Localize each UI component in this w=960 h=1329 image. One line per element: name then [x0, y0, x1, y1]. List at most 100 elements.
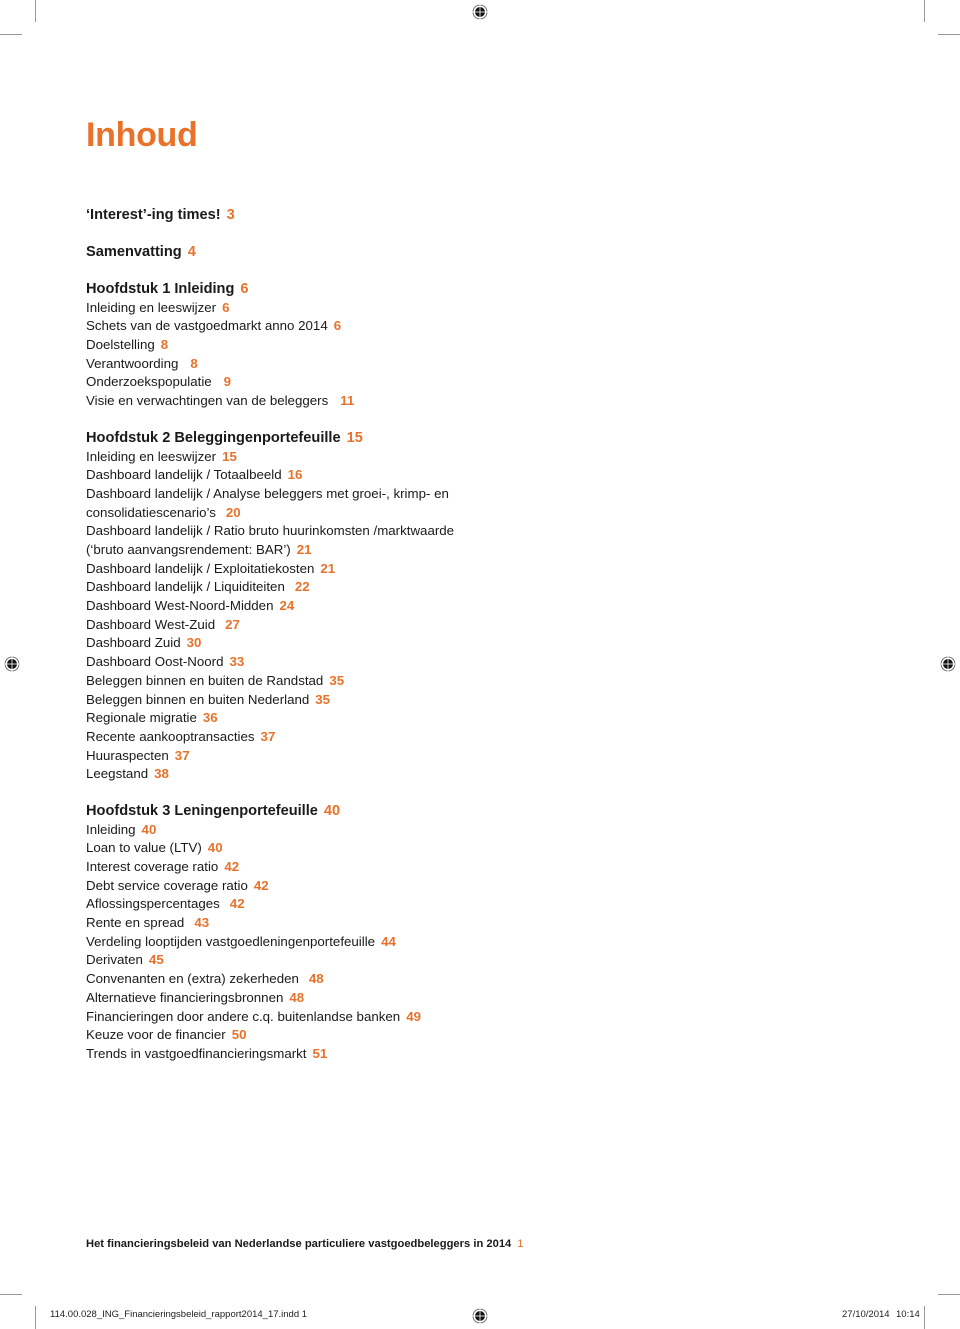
toc-entry-label: Dashboard landelijk / Liquiditeiten [86, 579, 285, 595]
toc-entry-label: Inleiding [86, 821, 136, 837]
toc-entry[interactable]: Dashboard landelijk / Liquiditeiten 22 [86, 578, 786, 597]
toc-entry[interactable]: Doelstelling 8 [86, 336, 786, 355]
toc-entry[interactable]: Rente en spread 43 [86, 914, 786, 933]
crop-mark-top-right-v [924, 0, 925, 22]
toc-entry-label: Derivaten [86, 952, 143, 968]
toc-entry[interactable]: Dashboard Zuid 30 [86, 634, 786, 653]
toc-entry-label: Schets van de vastgoedmarkt anno 2014 [86, 318, 328, 334]
toc-entry[interactable]: Trends in vastgoedfinancieringsmarkt 51 [86, 1045, 786, 1064]
toc-entry[interactable]: Derivaten 45 [86, 951, 786, 970]
slug-time: 10:14 [896, 1309, 920, 1320]
toc-entry-samenvatting[interactable]: Samenvatting 4 [86, 243, 786, 262]
toc-chapter-2-heading[interactable]: Hoofdstuk 2 Beleggingenportefeuille 15 [86, 429, 786, 448]
toc-entry-label: Regionale migratie [86, 710, 197, 726]
toc-entry-label: Keuze voor de financier [86, 1027, 226, 1043]
toc-entry[interactable]: Schets van de vastgoedmarkt anno 2014 6 [86, 317, 786, 336]
toc-page-number: 49 [406, 1008, 421, 1024]
toc-entry-label: Dashboard Zuid [86, 635, 181, 651]
toc-entry-label: Recente aankooptransacties [86, 728, 255, 744]
toc-entry[interactable]: Financieringen door andere c.q. buitenla… [86, 1008, 786, 1027]
toc-entry[interactable]: Aflossingspercentages 42 [86, 895, 786, 914]
toc-entry[interactable]: Interest coverage ratio 42 [86, 858, 786, 877]
toc-page-number: 40 [207, 840, 223, 856]
crop-mark-top-right-h [938, 34, 960, 35]
toc-entry-label: Dashboard landelijk / Analyse beleggers … [86, 485, 449, 520]
toc-page-number: 11 [340, 393, 355, 409]
toc-entry[interactable]: Verantwoording 8 [86, 355, 786, 374]
toc-page-number: 30 [186, 635, 202, 651]
toc-page-number: 6 [333, 318, 342, 334]
toc-page-number: 33 [229, 654, 245, 670]
toc-entry[interactable]: Inleiding 40 [86, 821, 786, 840]
toc-entry-label: Dashboard West-Noord-Midden [86, 598, 274, 614]
toc-entry[interactable]: Dashboard West-Zuid 27 [86, 616, 786, 635]
toc-chapter-label: Hoofdstuk 2 Beleggingenportefeuille [86, 429, 341, 446]
toc-entry[interactable]: Keuze voor de financier 50 [86, 1026, 786, 1045]
toc-entry-label: Dashboard landelijk / Ratio bruto huurin… [86, 523, 455, 557]
toc-chapter-3-heading[interactable]: Hoofdstuk 3 Leningenportefeuille 40 [86, 802, 786, 821]
toc-page-number: 42 [253, 877, 269, 893]
toc-entry-interesting-times[interactable]: ‘Interest’-ing times! 3 [86, 206, 786, 225]
toc-entry[interactable]: Visie en verwachtingen van de beleggers 1… [86, 392, 786, 411]
toc-entry[interactable]: Beleggen binnen en buiten de Randstad 35 [86, 672, 786, 691]
toc-entry[interactable]: Debt service coverage ratio 42 [86, 877, 786, 896]
toc-entry-label: Financieringen door andere c.q. buitenla… [86, 1008, 401, 1024]
toc-entry[interactable]: Onderzoekspopulatie 9 [86, 373, 786, 392]
toc-page-number: 20 [225, 504, 241, 520]
toc-entry-label: Dashboard West-Zuid [86, 616, 216, 632]
toc-entry[interactable]: Inleiding en leeswijzer 15 [86, 448, 786, 467]
toc-entry-label: Beleggen binnen en buiten de Randstad [86, 672, 324, 688]
toc-entry[interactable]: Beleggen binnen en buiten Nederland 35 [86, 691, 786, 710]
toc-entry-label: Debt service coverage ratio [86, 877, 248, 893]
toc-entry-label: Verdeling looptijden vastgoedleningenpor… [86, 933, 376, 949]
toc-page-number: 42 [229, 896, 245, 912]
toc-entry[interactable]: Dashboard landelijk / Ratio bruto huurin… [86, 522, 466, 559]
toc-entry[interactable]: Dashboard landelijk / Exploitatiekosten 2… [86, 560, 786, 579]
toc-entry[interactable]: Leegstand 38 [86, 765, 786, 784]
toc-entry[interactable]: Dashboard landelijk / Analyse beleggers … [86, 485, 476, 522]
footer-title: Het financieringsbeleid van Nederlandse … [86, 1238, 512, 1250]
toc-page-number: 48 [289, 989, 305, 1005]
toc-entry[interactable]: Inleiding en leeswijzer 6 [86, 299, 786, 318]
toc-entry-label: Interest coverage ratio [86, 859, 219, 874]
toc-entry-label: Trends in vastgoedfinancieringsmarkt [86, 1045, 307, 1061]
toc-entry[interactable]: Dashboard West-Noord-Midden 24 [86, 597, 786, 616]
toc-entry[interactable]: Dashboard landelijk / Totaalbeeld 16 [86, 466, 786, 485]
toc-page-number: 36 [202, 710, 218, 726]
toc-entry-label: Inleiding en leeswijzer [86, 448, 217, 464]
toc-page-number: 8 [160, 337, 169, 353]
crop-mark-bottom-left-v [35, 1306, 36, 1329]
toc-entry-label: Convenanten en (extra) zekerheden [86, 971, 299, 987]
toc-page-number: 37 [260, 728, 276, 744]
toc-entry-label: Dashboard landelijk / Totaalbeeld [86, 467, 282, 483]
toc-entry[interactable]: Alternatieve financieringsbronnen 48 [86, 989, 786, 1008]
toc-page-number: 40 [141, 821, 157, 837]
toc-page-number: 15 [346, 429, 363, 446]
toc-entry-label: Dashboard Oost-Noord [86, 654, 224, 670]
crop-mark-top-left-v [35, 0, 36, 22]
crop-mark-top-left-h [0, 34, 22, 35]
toc-page-number: 43 [194, 915, 210, 931]
toc-page-number: 6 [240, 281, 249, 297]
slug-file-name: 114.00.028_ING_Financieringsbeleid_rappo… [50, 1309, 308, 1320]
toc-entry[interactable]: Verdeling looptijden vastgoedleningenpor… [86, 933, 786, 952]
toc-entry-label: Samenvatting [86, 244, 182, 260]
registration-mark-icon [472, 4, 488, 20]
toc-entry-label: Leegstand [86, 766, 149, 782]
toc-page-number: 38 [154, 766, 169, 782]
toc-entry-label: Inleiding en leeswijzer [86, 299, 217, 315]
toc-entry-label: Huuraspecten [86, 747, 169, 763]
toc-page-number: 27 [225, 616, 240, 632]
crop-mark-bottom-left-h [0, 1294, 22, 1295]
toc-entry-label: Beleggen binnen en buiten Nederland [86, 691, 310, 707]
toc-entry[interactable]: Convenanten en (extra) zekerheden 48 [86, 970, 786, 989]
toc-page-number: 44 [381, 933, 396, 949]
toc-entry[interactable]: Loan to value (LTV) 40 [86, 839, 786, 858]
toc-page-number: 22 [294, 579, 310, 595]
toc-chapter-1-heading[interactable]: Hoofdstuk 1 Inleiding 6 [86, 280, 786, 299]
toc-entry[interactable]: Dashboard Oost-Noord 33 [86, 653, 786, 672]
toc-page-number: 15 [222, 448, 237, 464]
toc-entry[interactable]: Huuraspecten 37 [86, 747, 786, 766]
toc-entry[interactable]: Recente aankooptransacties 37 [86, 728, 786, 747]
toc-entry[interactable]: Regionale migratie 36 [86, 709, 786, 728]
